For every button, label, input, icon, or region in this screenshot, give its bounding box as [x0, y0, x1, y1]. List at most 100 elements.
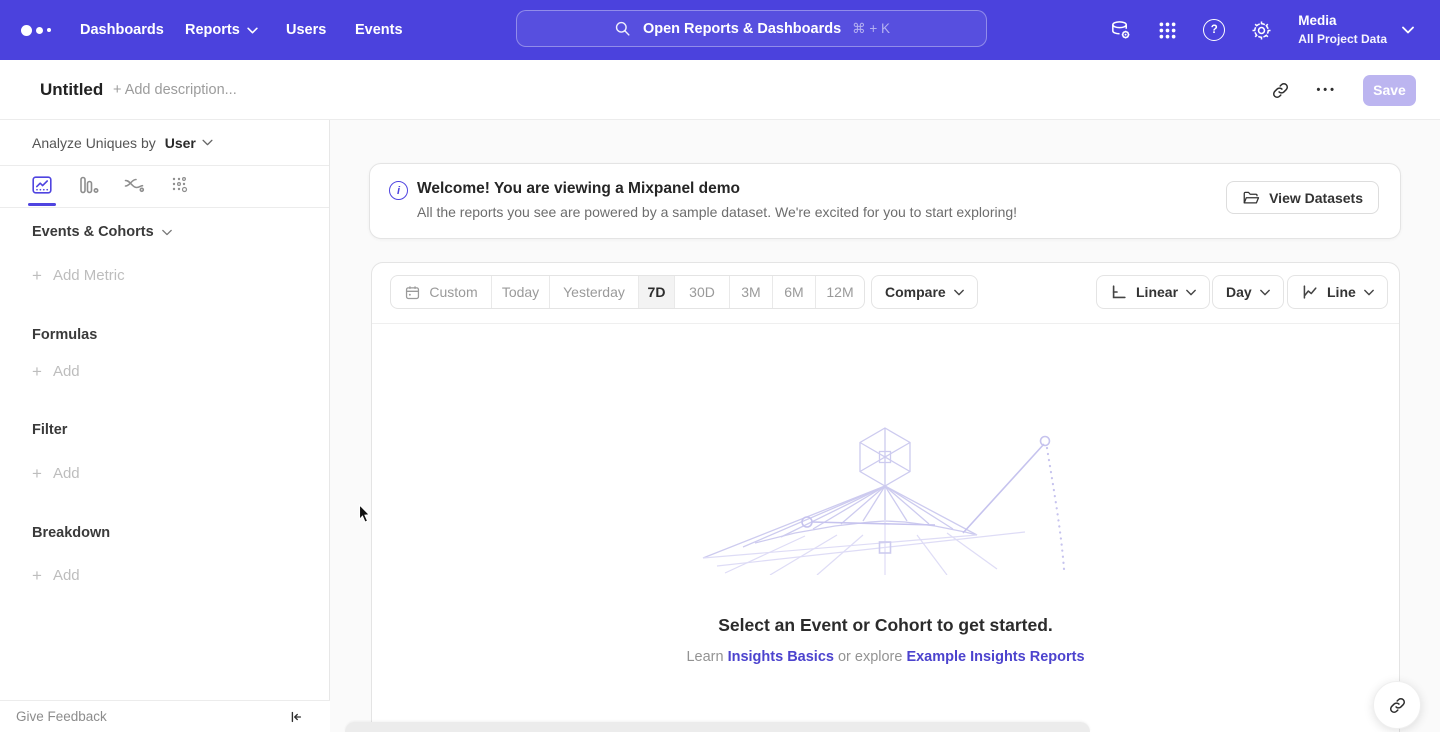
chevron-down-icon: [954, 289, 964, 296]
share-link-fab[interactable]: [1373, 681, 1421, 729]
project-info: Media All Project Data: [1298, 12, 1387, 48]
settings-gear-icon[interactable]: [1250, 19, 1273, 42]
add-metric-button[interactable]: + Add Metric: [32, 267, 125, 284]
range-7d-selected[interactable]: 7D: [639, 276, 675, 308]
hint-middle: or explore: [838, 649, 902, 665]
compare-dropdown[interactable]: Compare: [871, 275, 978, 309]
toolbar-divider: [372, 323, 1399, 324]
give-feedback-link[interactable]: Give Feedback: [16, 709, 107, 724]
range-today[interactable]: Today: [492, 276, 550, 308]
add-description-field[interactable]: + Add description...: [113, 60, 237, 120]
add-filter-button[interactable]: + Add: [32, 465, 80, 482]
add-metric-label: Add Metric: [53, 267, 125, 284]
tab-scatter[interactable]: [168, 173, 192, 197]
nav-users[interactable]: Users: [286, 0, 326, 60]
top-nav-right: ? Media All Project Data: [1109, 0, 1414, 60]
formulas-section: Formulas: [32, 327, 97, 343]
date-range-segmented-control: Custom Today Yesterday 7D 30D 3M 6M 12M: [390, 275, 865, 309]
global-search[interactable]: Open Reports & Dashboards ⌘ + K: [516, 10, 987, 47]
main-content: i Welcome! You are viewing a Mixpanel de…: [330, 120, 1440, 732]
analyze-value-dropdown[interactable]: User: [165, 135, 196, 151]
range-6m[interactable]: 6M: [773, 276, 816, 308]
search-placeholder: Open Reports & Dashboards: [643, 21, 841, 37]
view-datasets-button[interactable]: View Datasets: [1226, 181, 1379, 214]
add-filter-label: Add: [53, 465, 80, 482]
breakdown-section: Breakdown: [32, 525, 110, 541]
interval-dropdown[interactable]: Day: [1212, 275, 1284, 309]
interval-label: Day: [1226, 284, 1252, 300]
events-cohorts-section[interactable]: Events & Cohorts: [32, 224, 172, 240]
range-custom[interactable]: Custom: [391, 276, 492, 308]
save-button[interactable]: Save: [1363, 75, 1416, 106]
formulas-label: Formulas: [32, 327, 97, 343]
nav-events[interactable]: Events: [355, 0, 403, 60]
search-icon: [613, 19, 632, 38]
nav-dashboards[interactable]: Dashboards: [80, 0, 164, 60]
add-formula-label: Add: [53, 363, 80, 380]
axis-scale-icon: [1110, 283, 1128, 301]
project-switcher[interactable]: Media All Project Data: [1298, 12, 1414, 48]
report-card: Custom Today Yesterday 7D 30D 3M 6M 12M …: [371, 262, 1400, 732]
tab-insights-line[interactable]: [30, 173, 54, 197]
compare-label: Compare: [885, 284, 946, 300]
analyze-uniques-control[interactable]: Analyze Uniques by User: [32, 120, 213, 165]
chevron-down-icon: [1186, 289, 1196, 296]
line-chart-icon: [1301, 283, 1319, 301]
bottom-panel-edge[interactable]: [345, 722, 1090, 732]
banner-title: Welcome! You are viewing a Mixpanel demo: [417, 180, 740, 198]
example-insights-reports-link[interactable]: Example Insights Reports: [906, 649, 1084, 665]
banner-subtitle: All the reports you see are powered by a…: [417, 204, 1017, 220]
filter-label: Filter: [32, 422, 67, 438]
top-nav: Dashboards Reports Users Events Open Rep…: [0, 0, 1440, 60]
breakdown-label: Breakdown: [32, 525, 110, 541]
mixpanel-insights-screen: Dashboards Reports Users Events Open Rep…: [0, 0, 1440, 732]
empty-state-title: Select an Event or Cohort to get started…: [372, 615, 1399, 636]
more-options-button[interactable]: •••: [1316, 84, 1337, 96]
chart-type-dropdown[interactable]: Line: [1287, 275, 1388, 309]
search-shortcut: ⌘ + K: [852, 21, 890, 37]
add-breakdown-button[interactable]: + Add: [32, 567, 80, 584]
chevron-down-icon: [247, 27, 258, 34]
plus-icon: +: [32, 363, 42, 380]
project-subtitle: All Project Data: [1298, 31, 1387, 48]
insights-basics-link[interactable]: Insights Basics: [728, 649, 834, 665]
info-icon: i: [389, 181, 408, 200]
copy-link-icon[interactable]: [1271, 81, 1290, 100]
plus-icon: +: [32, 267, 42, 284]
range-3m[interactable]: 3M: [730, 276, 773, 308]
chevron-down-icon: [1402, 26, 1414, 34]
report-title[interactable]: Untitled: [40, 60, 103, 120]
apps-grid-icon[interactable]: [1157, 20, 1178, 41]
chevron-down-icon: [1260, 289, 1270, 296]
plus-icon: +: [32, 465, 42, 482]
chevron-down-icon: [162, 229, 172, 236]
sidebar-footer: Give Feedback: [0, 700, 330, 732]
welcome-banner: i Welcome! You are viewing a Mixpanel de…: [369, 163, 1401, 239]
divider: [0, 207, 329, 208]
nav-reports-label: Reports: [185, 22, 240, 38]
view-datasets-label: View Datasets: [1269, 190, 1363, 206]
range-custom-label: Custom: [429, 284, 477, 300]
plus-icon: +: [32, 567, 42, 584]
tab-flow[interactable]: [122, 173, 146, 197]
scale-dropdown[interactable]: Linear: [1096, 275, 1210, 309]
range-yesterday[interactable]: Yesterday: [550, 276, 639, 308]
hint-prefix: Learn: [686, 649, 723, 665]
add-breakdown-label: Add: [53, 567, 80, 584]
divider: [0, 165, 329, 166]
nav-reports[interactable]: Reports: [185, 0, 258, 60]
query-builder-sidebar: Analyze Uniques by User: [0, 120, 330, 732]
help-icon[interactable]: ?: [1203, 19, 1225, 41]
events-cohorts-label: Events & Cohorts: [32, 224, 154, 240]
chevron-down-icon: [202, 139, 213, 146]
range-12m[interactable]: 12M: [816, 276, 864, 308]
data-management-icon[interactable]: [1109, 19, 1132, 42]
mixpanel-logo-icon[interactable]: [21, 0, 51, 60]
tab-bar-chart[interactable]: [76, 173, 100, 197]
range-30d[interactable]: 30D: [675, 276, 730, 308]
add-formula-button[interactable]: + Add: [32, 363, 80, 380]
project-name: Media: [1298, 12, 1387, 31]
visualization-tabs: [30, 168, 192, 202]
calendar-icon: [404, 284, 421, 301]
collapse-sidebar-icon[interactable]: [288, 709, 304, 725]
